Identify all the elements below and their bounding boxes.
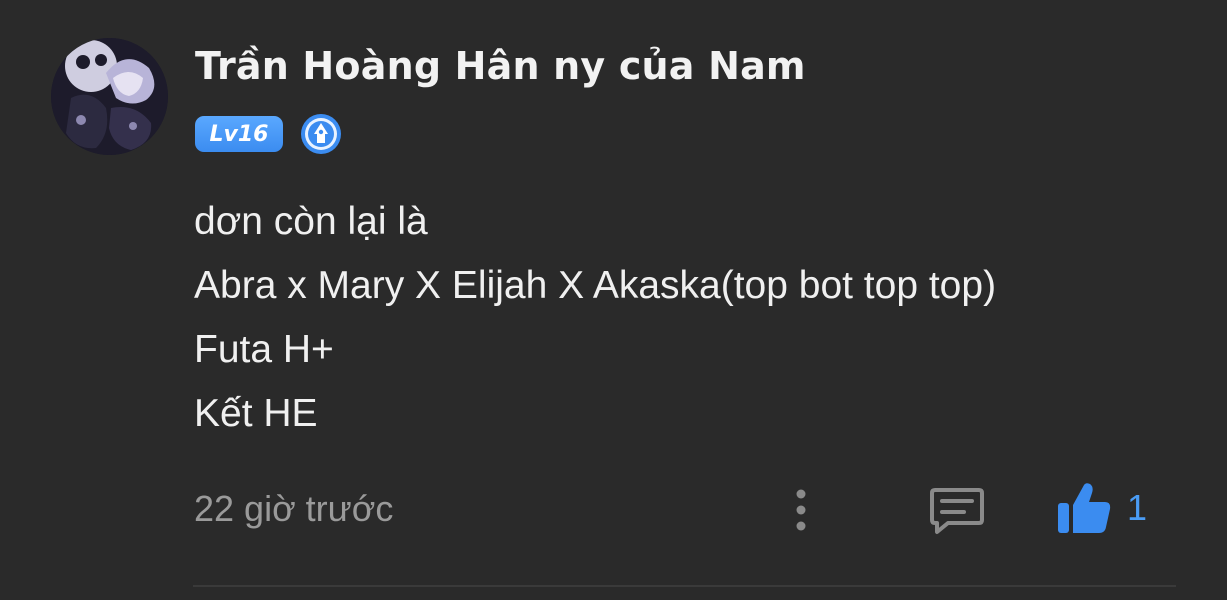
comment-item: Trần Hoàng Hân ny của Nam Lv16 dơn còn l…	[0, 0, 1227, 600]
comment-line: dơn còn lại là	[194, 200, 428, 243]
avatar-image	[51, 38, 168, 155]
comment-line: Abra x Mary X Elijah X Akaska(top bot to…	[194, 264, 997, 307]
level-badge: Lv16	[195, 116, 283, 152]
comment-body: dơn còn lại là Abra x Mary X Elijah X Ak…	[194, 190, 996, 446]
comment-line: Kết HE	[194, 392, 318, 435]
more-options-button[interactable]	[780, 484, 822, 536]
user-avatar[interactable]	[51, 38, 168, 155]
comment-divider	[193, 585, 1176, 587]
like-count: 1	[1127, 487, 1148, 528]
author-badge-icon	[299, 112, 343, 156]
author-badges: Lv16	[195, 113, 343, 155]
comment-icon	[930, 488, 984, 534]
comment-timestamp: 22 giờ trước	[194, 488, 394, 529]
comment-line: Futa H+	[194, 328, 334, 371]
thumbs-up-icon	[1055, 479, 1113, 537]
like-button[interactable]: 1	[1055, 478, 1147, 538]
reply-button[interactable]	[926, 482, 988, 538]
more-vertical-icon	[796, 489, 806, 531]
author-name[interactable]: Trần Hoàng Hân ny của Nam	[195, 44, 806, 88]
